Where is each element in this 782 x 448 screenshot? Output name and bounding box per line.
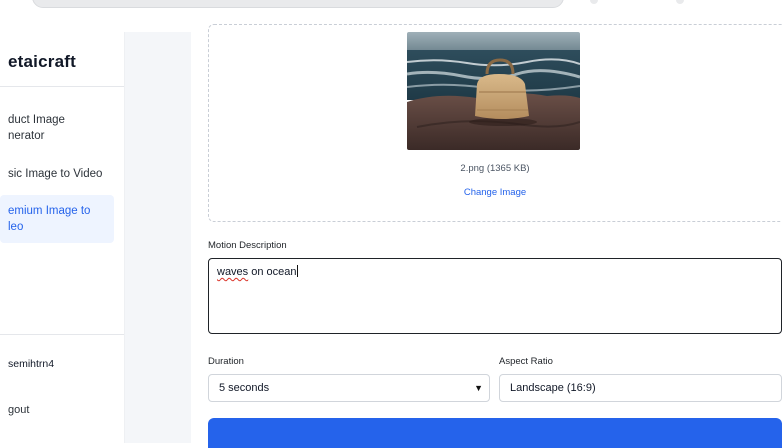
sidebar-item-label: emium Image to <box>8 205 91 217</box>
motion-text: on ocean <box>248 266 297 278</box>
toolbar-icon[interactable] <box>590 0 598 4</box>
uploaded-image-preview <box>407 32 580 150</box>
sidebar-item-label: nerator <box>8 130 45 142</box>
uploaded-file-name: 2.png (1365 KB) <box>460 163 530 174</box>
text-caret <box>296 265 298 277</box>
duration-select[interactable]: 5 seconds ▼ <box>208 374 490 402</box>
duration-value: 5 seconds <box>219 382 270 394</box>
aspect-ratio-label: Aspect Ratio <box>499 356 553 367</box>
user-name: semihtrn4 <box>8 358 55 370</box>
brand-logo-text: etaicraft <box>8 52 76 71</box>
sidebar-divider <box>0 86 124 87</box>
chevron-down-icon: ▼ <box>474 383 483 393</box>
change-image-label: Change Image <box>463 187 527 198</box>
sidebar-item-label: sic Image to Video <box>8 168 103 180</box>
address-bar[interactable] <box>32 0 564 8</box>
logout-link[interactable]: gout <box>8 404 29 416</box>
sidebar-item-product-image-generator[interactable]: duct Image nerator <box>0 112 114 144</box>
content-gutter <box>125 32 191 443</box>
sidebar-item-label: leo <box>8 221 24 233</box>
generate-video-button[interactable] <box>208 418 782 448</box>
change-image-link[interactable]: Change Image <box>191 187 782 198</box>
misspelled-word: waves <box>217 266 249 278</box>
sidebar-divider <box>0 334 124 335</box>
duration-label: Duration <box>208 356 244 367</box>
motion-description-label: Motion Description <box>208 240 287 251</box>
toolbar-icon[interactable] <box>676 0 684 4</box>
sidebar-item-basic-image-to-video[interactable]: sic Image to Video <box>0 166 114 182</box>
sidebar: etaicraft duct Image nerator sic Image t… <box>0 32 125 443</box>
main-panel: 2.png (1365 KB) Change Image Motion Desc… <box>191 24 782 448</box>
sidebar-item-premium-image-to-video[interactable]: emium Image to leo <box>0 195 114 243</box>
sidebar-item-label: duct Image <box>8 114 65 126</box>
aspect-ratio-select[interactable]: Landscape (16:9) <box>499 374 782 402</box>
motion-description-textarea[interactable]: waves on ocean <box>208 258 782 334</box>
aspect-ratio-value: Landscape (16:9) <box>510 382 596 394</box>
